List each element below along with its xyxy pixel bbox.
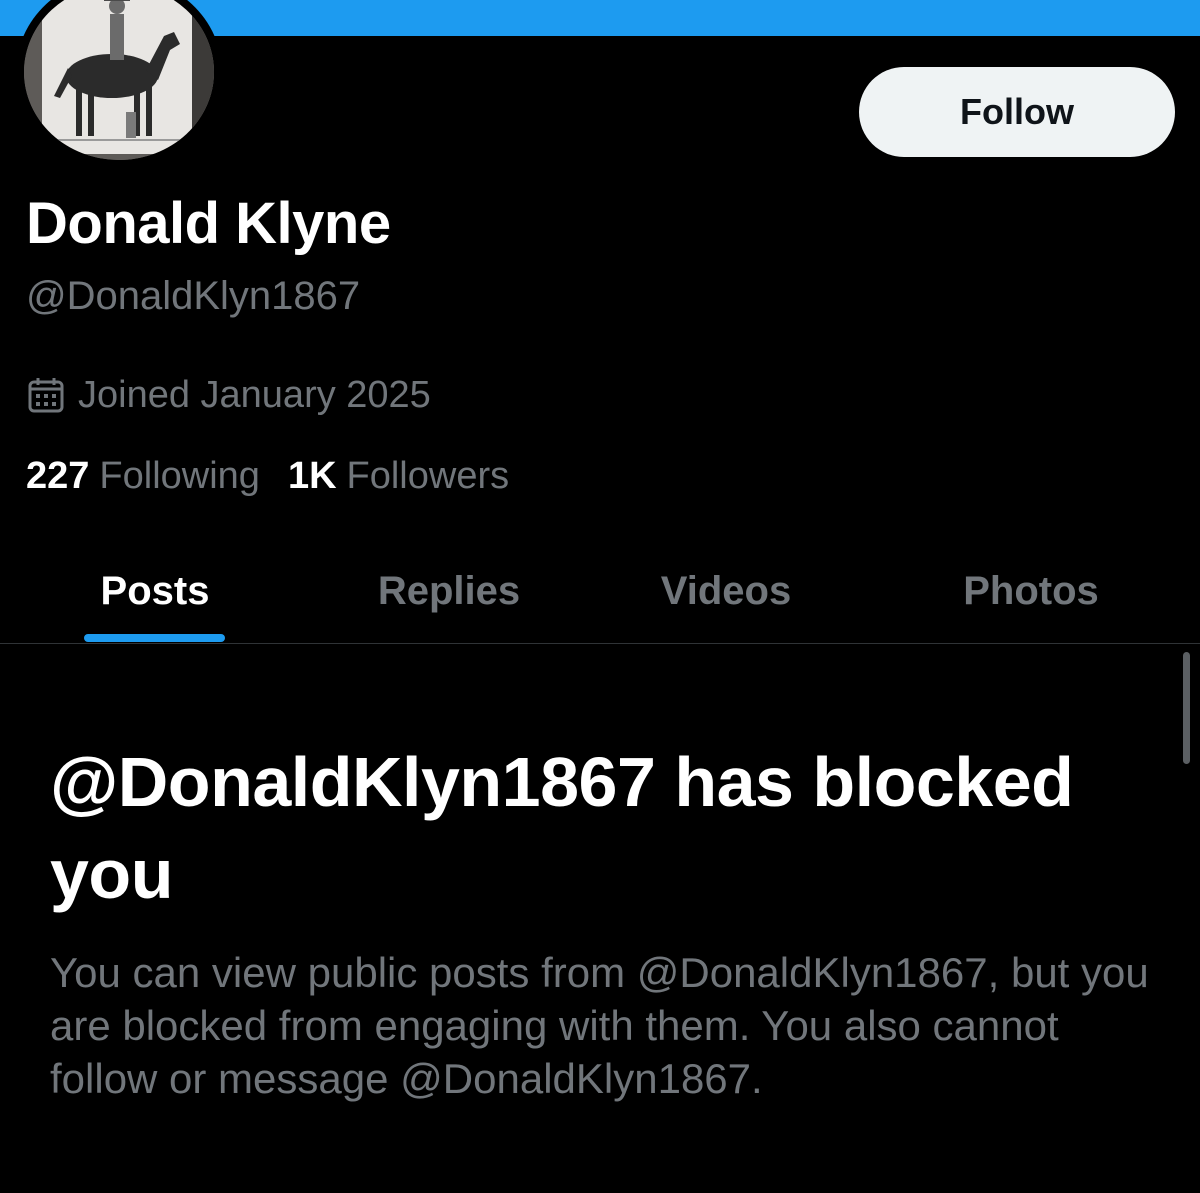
followers-count: 1K bbox=[287, 454, 337, 497]
joined-date-row: Joined January 2025 bbox=[26, 370, 431, 420]
blocked-title: @DonaldKlyn1867 has blocked you bbox=[50, 743, 1074, 913]
profile-photo bbox=[24, 0, 214, 160]
tab-posts[interactable]: Posts bbox=[44, 540, 266, 643]
tab-videos[interactable]: Videos bbox=[618, 540, 834, 643]
followers-label: Followers bbox=[346, 454, 510, 497]
joined-date-text: Joined January 2025 bbox=[78, 373, 431, 416]
profile-handle: @DonaldKlyn1867 bbox=[26, 274, 361, 318]
tab-replies[interactable]: Replies bbox=[340, 540, 558, 643]
following-count: 227 bbox=[26, 454, 90, 497]
follow-button[interactable]: Follow bbox=[859, 67, 1175, 157]
profile-tabs: Posts Replies Videos Photos bbox=[0, 540, 1200, 644]
blocked-description: You can view public posts from @DonaldKl… bbox=[50, 949, 1149, 1102]
avatar[interactable] bbox=[16, 0, 222, 168]
scrollbar[interactable] bbox=[1183, 652, 1190, 764]
calendar-icon bbox=[28, 378, 64, 413]
active-tab-indicator bbox=[84, 634, 225, 642]
tab-photos[interactable]: Photos bbox=[920, 540, 1142, 643]
follow-stats: 227 Following 1K Followers bbox=[26, 450, 537, 502]
following-link[interactable]: 227 Following bbox=[26, 455, 260, 498]
followers-link[interactable]: 1K Followers bbox=[288, 455, 509, 498]
horse-rider-drawing-icon bbox=[24, 0, 214, 160]
following-label: Following bbox=[99, 454, 260, 497]
display-name: Donald Klyne bbox=[26, 191, 391, 256]
